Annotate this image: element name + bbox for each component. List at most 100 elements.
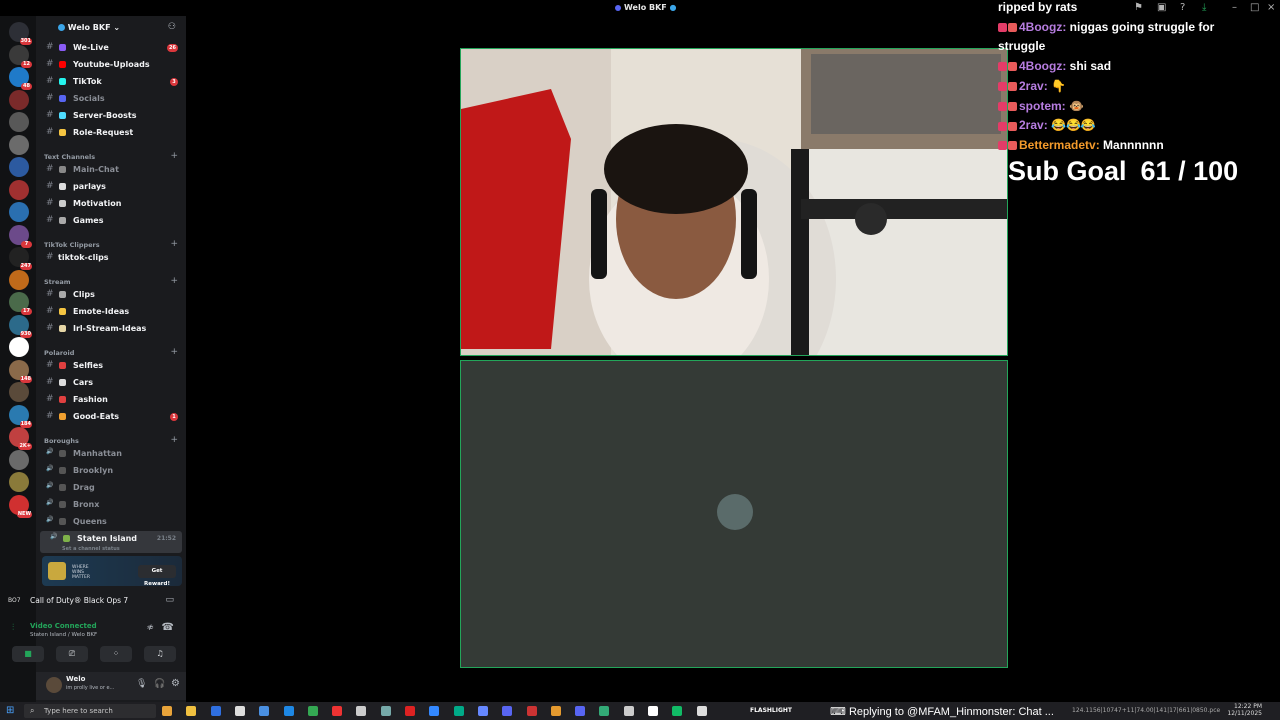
server-icon[interactable] [9,89,29,110]
close-button[interactable]: × [1267,2,1275,13]
create-channel-icon[interactable]: + [170,239,178,249]
gear-icon[interactable]: ⚙ [171,678,180,689]
voice-channel-item[interactable]: 🔊 Queens [36,514,186,530]
taskbar-app-icon[interactable] [356,706,367,716]
server-icon[interactable] [9,337,29,357]
taskbar-app-icon[interactable] [477,706,488,716]
server-icon[interactable] [9,134,29,155]
channel-item[interactable]: # We-Live 26 [36,40,186,56]
add-member-icon[interactable]: ⚇ [168,22,176,32]
clock[interactable]: 12:22 PM 12/11/2025 [1227,703,1262,717]
soundboard-button[interactable]: ♫ [144,646,176,662]
taskbar-app-icon[interactable] [429,706,440,716]
mic-icon[interactable]: 🎙 [136,679,147,689]
inbox-icon[interactable]: ▣ [1157,2,1166,13]
active-voice-channel[interactable]: 🔊 Staten Island 21:52 Set a channel status [40,531,182,553]
voice-channel-item[interactable]: 🔊 Drag [36,480,186,496]
disconnect-icon[interactable]: ☎ [162,622,174,633]
taskbar-app-icon[interactable] [672,706,683,716]
server-icon[interactable]: NEW [9,494,32,518]
channel-item[interactable]: # Server-Boosts [36,108,186,124]
help-icon[interactable]: ? [1180,2,1185,13]
taskbar-app-icon[interactable] [550,706,561,716]
server-icon[interactable]: 48 [9,67,32,90]
download-icon[interactable]: ⤓ [1202,2,1206,13]
taskbar-app-icon[interactable] [283,706,294,716]
channel-item[interactable]: # TikTok 3 [36,74,186,90]
taskbar-app-icon[interactable] [405,706,415,716]
channel-item[interactable]: # Socials [36,91,186,107]
channel-item[interactable]: # Emote-Ideas [36,304,186,320]
taskbar-app-icon[interactable] [648,706,658,716]
server-icon[interactable]: 148 [9,359,32,383]
channel-item[interactable]: # tiktok-clips [36,250,186,266]
channel-item[interactable]: # Fashion [36,392,186,408]
taskbar-app-icon[interactable] [502,706,513,716]
voice-channel-item[interactable]: 🔊 Brooklyn [36,463,186,479]
taskbar-app-icon[interactable] [332,706,343,716]
taskbar-app-icon[interactable] [307,706,318,716]
category-stream[interactable]: Stream [44,278,71,286]
get-reward-button[interactable]: Get Reward! [138,565,176,587]
signal-icon[interactable]: ⫶ [12,623,14,633]
channel-item[interactable]: # Selfies [36,358,186,374]
channel-item[interactable]: # Main-Chat [36,162,186,178]
server-icon[interactable]: 7 [9,224,32,248]
server-icon[interactable] [9,157,29,177]
taskbar-app-icon[interactable] [575,706,586,716]
channel-item[interactable]: # Youtube-Uploads [36,57,186,73]
channel-item[interactable]: # Clips [36,287,186,303]
voice-status[interactable]: Video Connected [30,622,97,630]
taskbar-app-icon[interactable] [210,706,221,716]
noise-suppression-icon[interactable]: ≉ [146,623,154,633]
server-icon[interactable]: 12 [9,44,32,68]
server-icon[interactable]: 247 [9,247,32,270]
windows-start-icon[interactable]: ⊞ [6,705,14,716]
server-icon[interactable]: 301 [9,22,32,45]
server-icon[interactable]: 17 [9,292,32,315]
maximize-button[interactable]: □ [1250,2,1259,13]
taskbar-app-icon[interactable] [526,706,537,716]
voice-channel-item[interactable]: 🔊 Manhattan [36,446,186,462]
webcam-tile[interactable] [460,48,1008,356]
taskbar-app-icon[interactable] [623,706,634,716]
taskbar-app-icon[interactable] [259,706,270,716]
server-icon[interactable] [9,449,29,470]
taskbar-app-icon[interactable] [380,706,391,716]
server-icon[interactable] [9,472,29,492]
category-polaroid[interactable]: Polaroid [44,349,74,357]
taskbar-app-icon[interactable] [186,706,197,716]
flag-icon[interactable]: ⚑ [1134,2,1143,13]
server-icon[interactable]: 2K+ [9,427,32,450]
channel-item[interactable]: # Motivation [36,196,186,212]
avatar[interactable] [46,677,62,693]
server-name[interactable]: Welo BKF ⌄ [58,23,120,32]
server-icon[interactable]: 930 [9,314,32,338]
activities-button[interactable]: ⁘ [100,646,132,662]
minimize-button[interactable]: – [1232,2,1237,13]
channel-status[interactable]: Set a channel status [62,546,120,552]
server-icon[interactable]: 184 [9,404,32,428]
channel-item[interactable]: # Role-Request [36,125,186,141]
channel-item[interactable]: # Good-Eats 1 [36,409,186,425]
server-icon[interactable] [9,179,29,200]
channel-item[interactable]: # parlays [36,179,186,195]
category-tiktok-clippers[interactable]: TikTok Clippers [44,241,100,249]
headphones-icon[interactable]: 🎧 [154,679,165,689]
create-channel-icon[interactable]: + [170,276,178,286]
promo-banner[interactable]: WHERE WINS MATTER Get Reward! [42,556,182,587]
camera-button[interactable]: ■ [12,646,44,662]
create-channel-icon[interactable]: + [170,151,178,161]
reply-notice[interactable]: ⌨ Replying to @MFAM_Hinmonster: Chat ... [830,705,1054,718]
screen-icon[interactable]: ▭ [165,595,174,605]
participant-tile[interactable] [460,360,1008,668]
taskbar-app-icon[interactable] [696,706,707,716]
server-icon[interactable] [9,112,29,132]
create-channel-icon[interactable]: + [170,347,178,357]
channel-item[interactable]: # Games [36,213,186,229]
taskbar-app-icon[interactable] [453,706,464,716]
channel-item[interactable]: # Cars [36,375,186,391]
taskbar-app-icon[interactable] [599,706,610,716]
voice-channel-item[interactable]: 🔊 Bronx [36,497,186,513]
taskbar-app-icon[interactable] [162,706,172,716]
